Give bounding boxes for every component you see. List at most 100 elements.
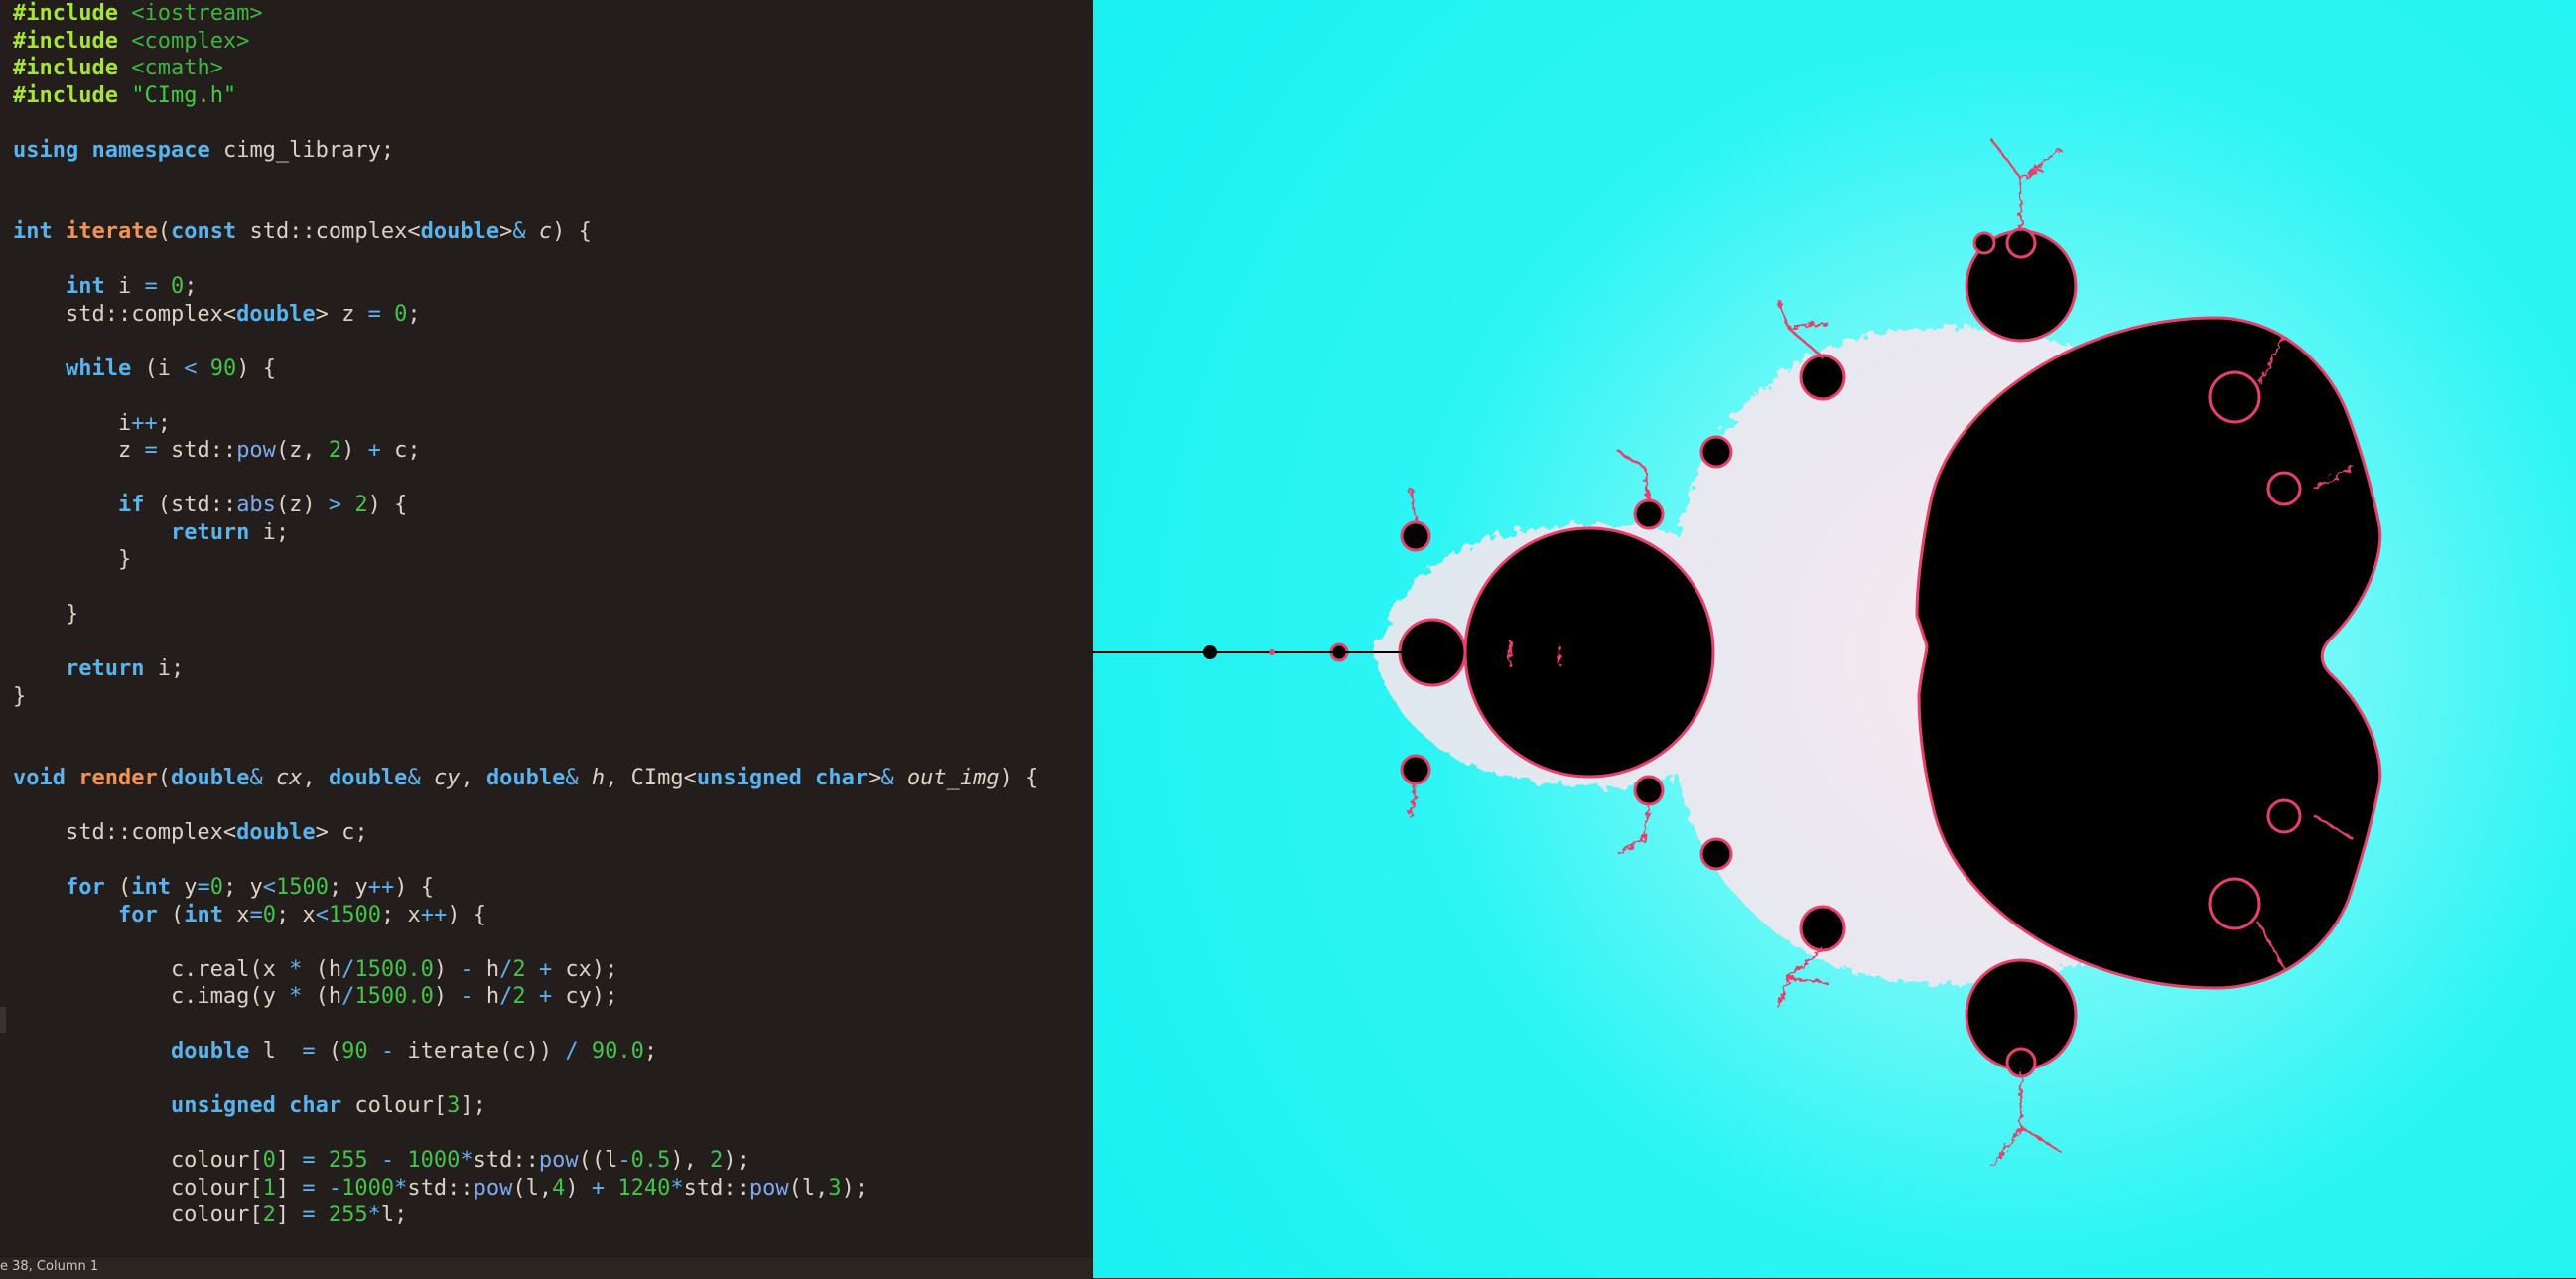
code-line[interactable] — [13, 109, 1038, 137]
code-token: 1500.0 — [354, 956, 434, 982]
code-line[interactable]: i++; — [13, 410, 1038, 438]
code-line[interactable] — [13, 192, 1038, 219]
code-token: double — [236, 820, 316, 845]
code-token: * — [367, 1203, 381, 1227]
code-line[interactable] — [13, 164, 1038, 192]
code-token: 90 — [341, 1039, 368, 1064]
code-token: iterate(c)) — [394, 1039, 566, 1064]
code-token: & — [512, 219, 526, 244]
code-line[interactable]: c.real(x * (h/1500.0) - h/2 + cx); — [13, 956, 1038, 984]
code-line[interactable]: return i; — [13, 655, 1038, 683]
code-line[interactable] — [13, 710, 1038, 738]
code-line[interactable] — [13, 328, 1038, 355]
code-token: 0 — [262, 902, 276, 927]
code-token: ; — [157, 410, 171, 436]
code-line[interactable]: int i = 0; — [13, 273, 1038, 301]
code-line[interactable] — [13, 738, 1038, 766]
code-text[interactable]: #include <iostream> #include <complex> #in… — [13, 0, 1038, 1229]
code-line[interactable] — [13, 382, 1038, 410]
code-line[interactable] — [13, 574, 1038, 602]
code-token: return — [65, 656, 145, 681]
code-line[interactable]: z = std::pow(z, 2) + c; — [13, 437, 1038, 465]
code-token: h — [473, 984, 500, 1009]
code-line[interactable]: } — [13, 683, 1038, 711]
code-token: (i — [131, 355, 185, 381]
code-token: ) { — [552, 219, 592, 244]
code-token: ( — [157, 766, 171, 790]
code-token: i — [104, 274, 145, 299]
code-line[interactable]: for (int x=0; x<1500; x++) { — [13, 902, 1038, 929]
code-line[interactable]: #include <complex> — [13, 28, 1038, 56]
code-token: - — [617, 1148, 631, 1173]
code-token: ; x — [380, 902, 421, 927]
code-line[interactable]: colour[2] = 255*l; — [13, 1202, 1038, 1229]
code-token: 2 — [262, 1203, 276, 1227]
image-viewer[interactable] — [1093, 0, 2576, 1278]
code-token: pow — [236, 438, 276, 463]
code-line[interactable]: void render(double& cx, double& cy, doub… — [13, 765, 1038, 792]
code-token: ) { — [999, 766, 1039, 790]
code-line[interactable]: using namespace cimg_library; — [13, 137, 1038, 165]
code-token: cy); — [552, 984, 618, 1009]
code-line[interactable]: if (std::abs(z) > 2) { — [13, 492, 1038, 519]
code-line[interactable]: int iterate(const std::complex<double>& … — [13, 218, 1038, 246]
code-line[interactable]: } — [13, 601, 1038, 629]
code-line[interactable] — [13, 246, 1038, 274]
code-token: 0 — [170, 274, 185, 299]
code-line[interactable] — [13, 847, 1038, 875]
code-token: < — [262, 875, 276, 900]
code-line[interactable]: std::complex<double> c; — [13, 819, 1038, 847]
code-token: int — [184, 902, 223, 927]
code-line[interactable]: } — [13, 546, 1038, 574]
code-token: i; — [144, 656, 185, 681]
code-line[interactable]: while (i < 90) { — [13, 355, 1038, 383]
code-line[interactable]: #include <cmath> — [13, 55, 1038, 82]
code-token: colour[ — [341, 1093, 448, 1118]
code-line[interactable]: double l = (90 - iterate(c)) / 90.0; — [13, 1038, 1038, 1066]
code-token: < — [184, 355, 198, 381]
code-line[interactable]: std::complex<double> z = 0; — [13, 301, 1038, 329]
code-line[interactable] — [13, 1120, 1038, 1148]
code-token: (z) — [275, 493, 329, 517]
code-token: 1 — [262, 1175, 276, 1201]
code-line[interactable]: c.imag(y * (h/1500.0) - h/2 + cy); — [13, 983, 1038, 1011]
code-line[interactable]: return i; — [13, 519, 1038, 547]
code-line[interactable]: #include <iostream> — [13, 0, 1038, 28]
code-token: , — [302, 766, 329, 790]
code-line[interactable] — [13, 1011, 1038, 1039]
code-token: > z — [315, 301, 368, 327]
code-token: c; — [380, 438, 421, 463]
code-line[interactable] — [13, 629, 1038, 656]
code-token: - — [380, 1039, 395, 1064]
code-token: ++ — [420, 902, 448, 927]
code-token: 1500.0 — [354, 984, 434, 1009]
code-token: ] — [275, 1148, 303, 1173]
code-line[interactable]: unsigned char colour[3]; — [13, 1092, 1038, 1120]
code-line[interactable]: colour[1] = -1000*std::pow(l,4) + 1240*s… — [13, 1175, 1038, 1203]
code-line[interactable]: colour[0] = 255 - 1000*std::pow((l-0.5),… — [13, 1147, 1038, 1175]
code-token: 1240 — [617, 1175, 671, 1201]
code-token: 2 — [710, 1148, 724, 1173]
code-token: cx — [275, 766, 303, 790]
code-token: 2 — [354, 493, 368, 517]
code-token: ), — [670, 1148, 711, 1173]
code-line[interactable] — [13, 792, 1038, 820]
code-line[interactable]: #include "CImg.h" — [13, 82, 1038, 110]
code-editor[interactable]: #include <iostream> #include <complex> #in… — [0, 0, 1092, 1256]
code-token: 0 — [394, 301, 408, 327]
code-token: / — [341, 956, 355, 982]
code-token: #include — [13, 56, 118, 80]
code-line[interactable] — [13, 928, 1038, 956]
code-line[interactable]: for (int y=0; y<1500; y++) { — [13, 874, 1038, 902]
code-line[interactable] — [13, 1066, 1038, 1093]
cursor-position-label: e 38, Column 1 — [0, 1259, 99, 1274]
code-line[interactable] — [13, 465, 1038, 493]
